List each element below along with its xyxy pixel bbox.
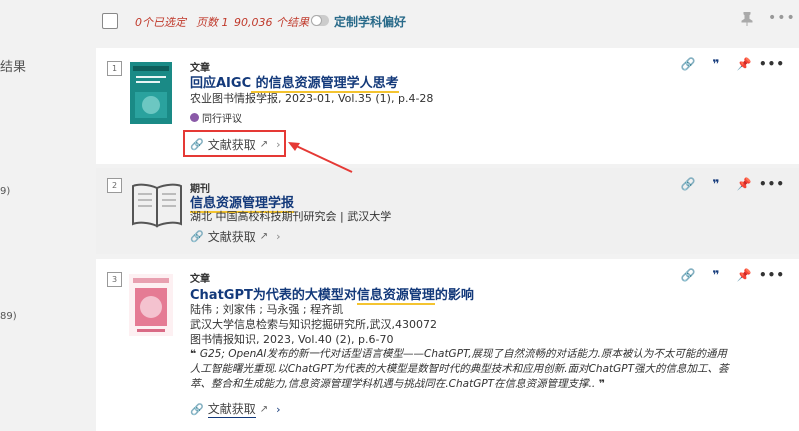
pin-icon[interactable]: 📌 (736, 267, 752, 283)
result-number: 2 (107, 178, 122, 193)
link-icon: 🔗 (190, 402, 204, 416)
title-part-highlight: 信息资源管理 (356, 288, 435, 305)
access-label: 文献获取 (207, 402, 256, 418)
external-link-icon: ↗ (259, 231, 269, 242)
abstract-text: G25; OpenAI发布的新一代对话型语言模型——ChatGPT,展现了自然流… (199, 348, 727, 360)
abstract-text: 萃、整合和生成能力,信息资源管理学科机遇与挑战同在.ChatGPT在信息资源管理… (190, 378, 596, 390)
result-count: 90,036 个结果 (234, 16, 309, 29)
cite-icon[interactable]: ❞ (708, 56, 724, 72)
cite-icon[interactable]: ❞ (708, 267, 724, 283)
results-main: 0个已选定 页数 1 90,036 个结果 定制学科偏好 ••• 1 文章 回应… (96, 0, 799, 431)
journal-cover-image[interactable] (129, 274, 173, 336)
more-icon[interactable]: ••• (768, 10, 796, 26)
permalink-icon[interactable]: 🔗 (680, 267, 696, 283)
pin-icon[interactable] (741, 12, 753, 26)
book-icon (132, 183, 182, 228)
abstract-line: 萃、整合和生成能力,信息资源管理学科机遇与挑战同在.ChatGPT在信息资源管理… (190, 378, 606, 390)
page-count: 页数 1 (196, 16, 229, 29)
permalink-icon[interactable]: 🔗 (680, 56, 696, 72)
result-number: 3 (107, 272, 122, 287)
item-actions: 🔗 ❞ 📌 ••• (680, 56, 785, 72)
left-facet-panel: 结果 9) 89) (0, 0, 96, 431)
peer-review-icon (190, 113, 199, 122)
full-text-link[interactable]: 🔗 文献获取 ↗ › (190, 228, 281, 245)
selected-count: 0个已选定 (135, 16, 186, 29)
journal-cover-image[interactable] (130, 62, 172, 124)
chevron-right-icon: › (276, 230, 281, 243)
result-number: 1 (107, 61, 122, 76)
item-actions: 🔗 ❞ 📌 ••• (680, 267, 785, 283)
result-card-3: 3 文章 ChatGPT为代表的大模型对信息资源管理的影响 陆伟 ; 刘家伟 ;… (96, 259, 799, 431)
facet-count: 89) (0, 311, 17, 322)
access-label: 文献获取 (207, 230, 256, 244)
annotation-highlight-box (183, 130, 286, 157)
external-link-icon: ↗ (259, 403, 269, 415)
customize-toggle[interactable] (311, 15, 329, 26)
abstract-line: ❝ G25; OpenAI发布的新一代对话型语言模型——ChatGPT,展现了自… (190, 348, 727, 360)
item-actions: 🔗 ❞ 📌 ••• (680, 176, 785, 192)
permalink-icon[interactable]: 🔗 (680, 176, 696, 192)
pin-icon[interactable]: 📌 (736, 56, 752, 72)
pin-icon[interactable]: 📌 (736, 176, 752, 192)
title-part: 回应AIGC (190, 76, 252, 91)
peer-reviewed-badge: 同行评议 (190, 110, 242, 125)
facet-count: 9) (0, 186, 11, 197)
more-icon[interactable]: ••• (759, 267, 784, 283)
result-card-2: 2 期刊 信息资源管理学报 湖北 中国高校科技期刊研究会 | 武汉大学 🔗 文献… (96, 168, 799, 254)
annotation-arrow (288, 142, 353, 173)
abstract-line: 人工智能曙光重现.以ChatGPT为代表的大模型是数智时代的典型技术和应用创新.… (190, 363, 729, 375)
item-publisher: 湖北 中国高校科技期刊研究会 | 武汉大学 (190, 210, 392, 223)
title-part: 的影响 (434, 288, 474, 303)
results-toolbar: 0个已选定 页数 1 90,036 个结果 定制学科偏好 ••• (96, 0, 799, 42)
customize-label[interactable]: 定制学科偏好 (334, 13, 406, 30)
item-type: 文章 (190, 274, 210, 285)
more-icon[interactable]: ••• (759, 56, 784, 72)
item-source: 图书情报知识, 2023, Vol.40 (2), p.6-70 (190, 333, 394, 346)
item-source: 农业图书情报学报, 2023-01, Vol.35 (1), p.4-28 (190, 92, 434, 105)
toggle-knob (311, 15, 322, 26)
peer-review-label: 同行评议 (202, 114, 242, 125)
chevron-right-icon: › (276, 402, 281, 416)
item-title[interactable]: 回应AIGC 的信息资源管理学人思考 (190, 72, 399, 93)
facet-label: 结果 (0, 60, 27, 75)
item-abstract: ❝ G25; OpenAI发布的新一代对话型语言模型——ChatGPT,展现了自… (190, 347, 770, 392)
item-authors: 陆伟 ; 刘家伟 ; 马永强 ; 程齐凯 (190, 303, 344, 316)
more-icon[interactable]: ••• (759, 176, 784, 192)
link-icon: 🔗 (190, 230, 204, 243)
cite-icon[interactable]: ❞ (708, 176, 724, 192)
full-text-link[interactable]: 🔗 文献获取 ↗ › (190, 400, 281, 418)
select-all-checkbox[interactable] (102, 13, 118, 29)
item-affiliation: 武汉大学信息检索与知识挖掘研究所,武汉,430072 (190, 318, 437, 331)
